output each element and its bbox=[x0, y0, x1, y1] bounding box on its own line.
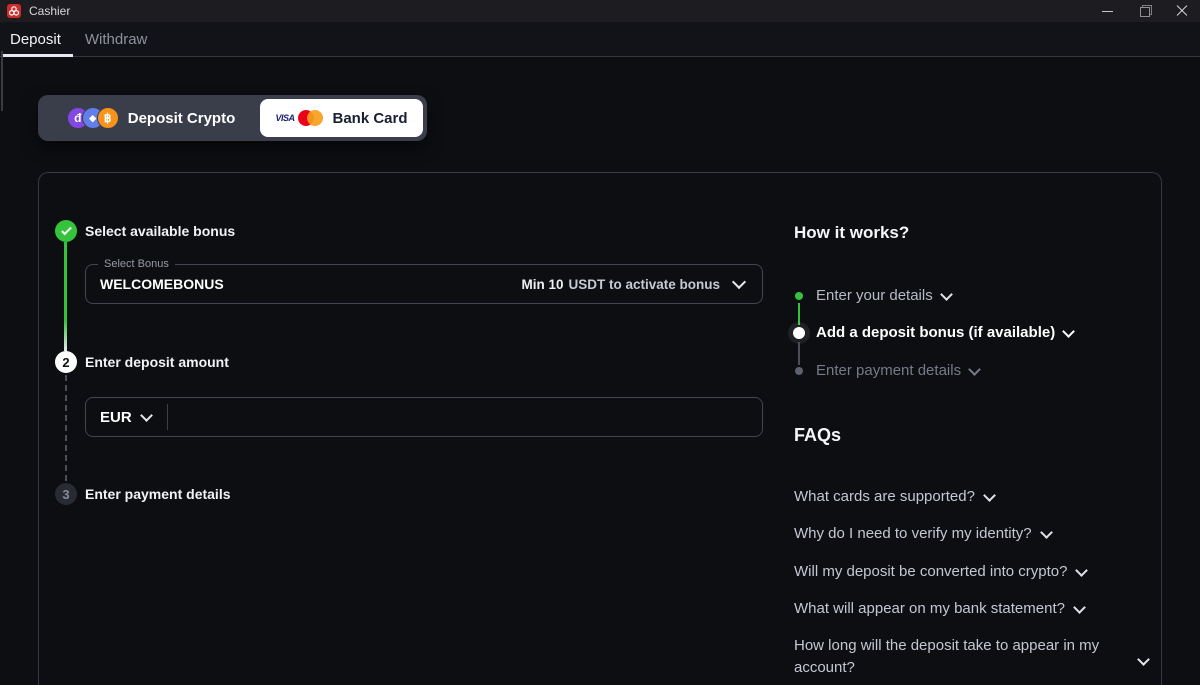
hiw-item-payment-details[interactable]: Enter payment details bbox=[816, 360, 979, 382]
faq-item-bank-statement[interactable]: What will appear on my bank statement? bbox=[794, 598, 1084, 620]
hiw-item-label: Enter your details bbox=[816, 285, 933, 307]
bitcoin-coin-icon: ฿ bbox=[97, 107, 119, 129]
chevron-down-icon bbox=[1073, 601, 1086, 614]
timeline-dot-active bbox=[793, 327, 805, 339]
step-2-circle: 2 bbox=[55, 351, 77, 373]
restore-button[interactable] bbox=[1126, 0, 1163, 22]
chevron-down-icon bbox=[732, 275, 746, 289]
chevron-down-icon bbox=[1076, 564, 1089, 577]
faqs-title: FAQs bbox=[794, 425, 841, 446]
hiw-item-label: Enter payment details bbox=[816, 360, 961, 382]
info-sidebar: How it works? Enter your details Add a d… bbox=[794, 173, 1164, 685]
mastercard-icon bbox=[298, 110, 324, 126]
bonus-min-amount: Min 10 bbox=[521, 277, 563, 292]
faq-item-cards-supported[interactable]: What cards are supported? bbox=[794, 486, 994, 508]
deposit-crypto-segment[interactable]: đ ◆ ฿ Deposit Crypto bbox=[42, 99, 260, 137]
how-it-works-title: How it works? bbox=[794, 223, 909, 243]
step-2-label: Enter deposit amount bbox=[85, 351, 229, 373]
visa-icon: VISA bbox=[275, 113, 294, 123]
tab-withdraw[interactable]: Withdraw bbox=[75, 22, 162, 56]
deposit-crypto-label: Deposit Crypto bbox=[128, 110, 236, 127]
title-bar: Cashier bbox=[0, 0, 1200, 22]
step-3-label: Enter payment details bbox=[85, 483, 231, 505]
chevron-down-icon bbox=[1137, 653, 1150, 666]
timeline-dot-done bbox=[795, 292, 803, 300]
window-controls bbox=[1089, 0, 1200, 22]
close-icon bbox=[1176, 5, 1188, 17]
chevron-down-icon bbox=[983, 489, 996, 502]
faq-question: How long will the deposit take to appear… bbox=[794, 635, 1128, 679]
tab-bar: Deposit Withdraw bbox=[0, 22, 1200, 57]
bonus-field-label: Select Bonus bbox=[98, 257, 175, 271]
minimize-icon bbox=[1102, 11, 1113, 12]
bonus-field-value: WELCOMEBONUS bbox=[100, 276, 224, 292]
timeline-dot-pending bbox=[795, 367, 803, 375]
crypto-coins-icon: đ ◆ ฿ bbox=[67, 107, 119, 129]
hiw-item-add-bonus[interactable]: Add a deposit bonus (if available) bbox=[816, 322, 1073, 344]
deposit-stepper: Select available bonus Select Bonus WELC… bbox=[39, 173, 779, 685]
bonus-select-field[interactable]: Select Bonus WELCOMEBONUS Min 10 USDT to… bbox=[85, 264, 763, 304]
step-2-number: 2 bbox=[62, 355, 69, 370]
amount-input[interactable] bbox=[168, 398, 762, 436]
faq-item-converted-crypto[interactable]: Will my deposit be converted into crypto… bbox=[794, 561, 1086, 583]
chevron-down-icon bbox=[940, 288, 953, 301]
bonus-min-text: USDT to activate bonus bbox=[568, 277, 720, 292]
faq-question: What cards are supported? bbox=[794, 486, 975, 508]
bank-card-segment[interactable]: VISA Bank Card bbox=[260, 99, 423, 137]
faq-item-deposit-time[interactable]: How long will the deposit take to appear… bbox=[794, 635, 1166, 679]
hiw-item-enter-details[interactable]: Enter your details bbox=[816, 285, 951, 307]
hiw-item-label: Add a deposit bonus (if available) bbox=[816, 322, 1055, 344]
step-1-label: Select available bonus bbox=[85, 220, 235, 242]
bonus-min-hint: Min 10 USDT to activate bonus bbox=[521, 277, 720, 292]
step-3-circle: 3 bbox=[55, 483, 77, 505]
faq-question: Why do I need to verify my identity? bbox=[794, 523, 1032, 545]
tab-withdraw-label: Withdraw bbox=[85, 31, 148, 48]
step-3-number: 3 bbox=[62, 487, 69, 502]
scroll-indicator bbox=[1, 51, 3, 111]
cashier-logo-icon bbox=[7, 4, 21, 18]
timeline-line-pending bbox=[798, 342, 800, 365]
step-connector-pending bbox=[65, 375, 67, 481]
timeline-line-done bbox=[798, 303, 800, 325]
check-icon bbox=[61, 224, 72, 235]
chevron-down-icon bbox=[1040, 526, 1053, 539]
step-connector-done bbox=[64, 242, 67, 351]
payment-method-toggle: đ ◆ ฿ Deposit Crypto VISA Bank Card bbox=[38, 95, 427, 141]
minimize-button[interactable] bbox=[1089, 0, 1126, 22]
faq-item-verify-identity[interactable]: Why do I need to verify my identity? bbox=[794, 523, 1051, 545]
chevron-down-icon bbox=[1062, 325, 1075, 338]
window-title: Cashier bbox=[29, 4, 70, 18]
amount-field: EUR bbox=[85, 397, 763, 437]
step-1-complete-icon bbox=[55, 220, 77, 242]
close-button[interactable] bbox=[1163, 0, 1200, 22]
tab-deposit-label: Deposit bbox=[10, 31, 61, 48]
deposit-panel: Select available bonus Select Bonus WELC… bbox=[38, 172, 1162, 685]
chevron-down-icon bbox=[968, 363, 981, 376]
bank-card-label: Bank Card bbox=[332, 110, 407, 127]
currency-selector-value[interactable]: EUR bbox=[100, 409, 132, 426]
chevron-down-icon[interactable] bbox=[140, 409, 153, 422]
tab-deposit[interactable]: Deposit bbox=[0, 22, 75, 56]
restore-icon bbox=[1140, 7, 1149, 16]
faq-question: Will my deposit be converted into crypto… bbox=[794, 561, 1067, 583]
faq-question: What will appear on my bank statement? bbox=[794, 598, 1065, 620]
